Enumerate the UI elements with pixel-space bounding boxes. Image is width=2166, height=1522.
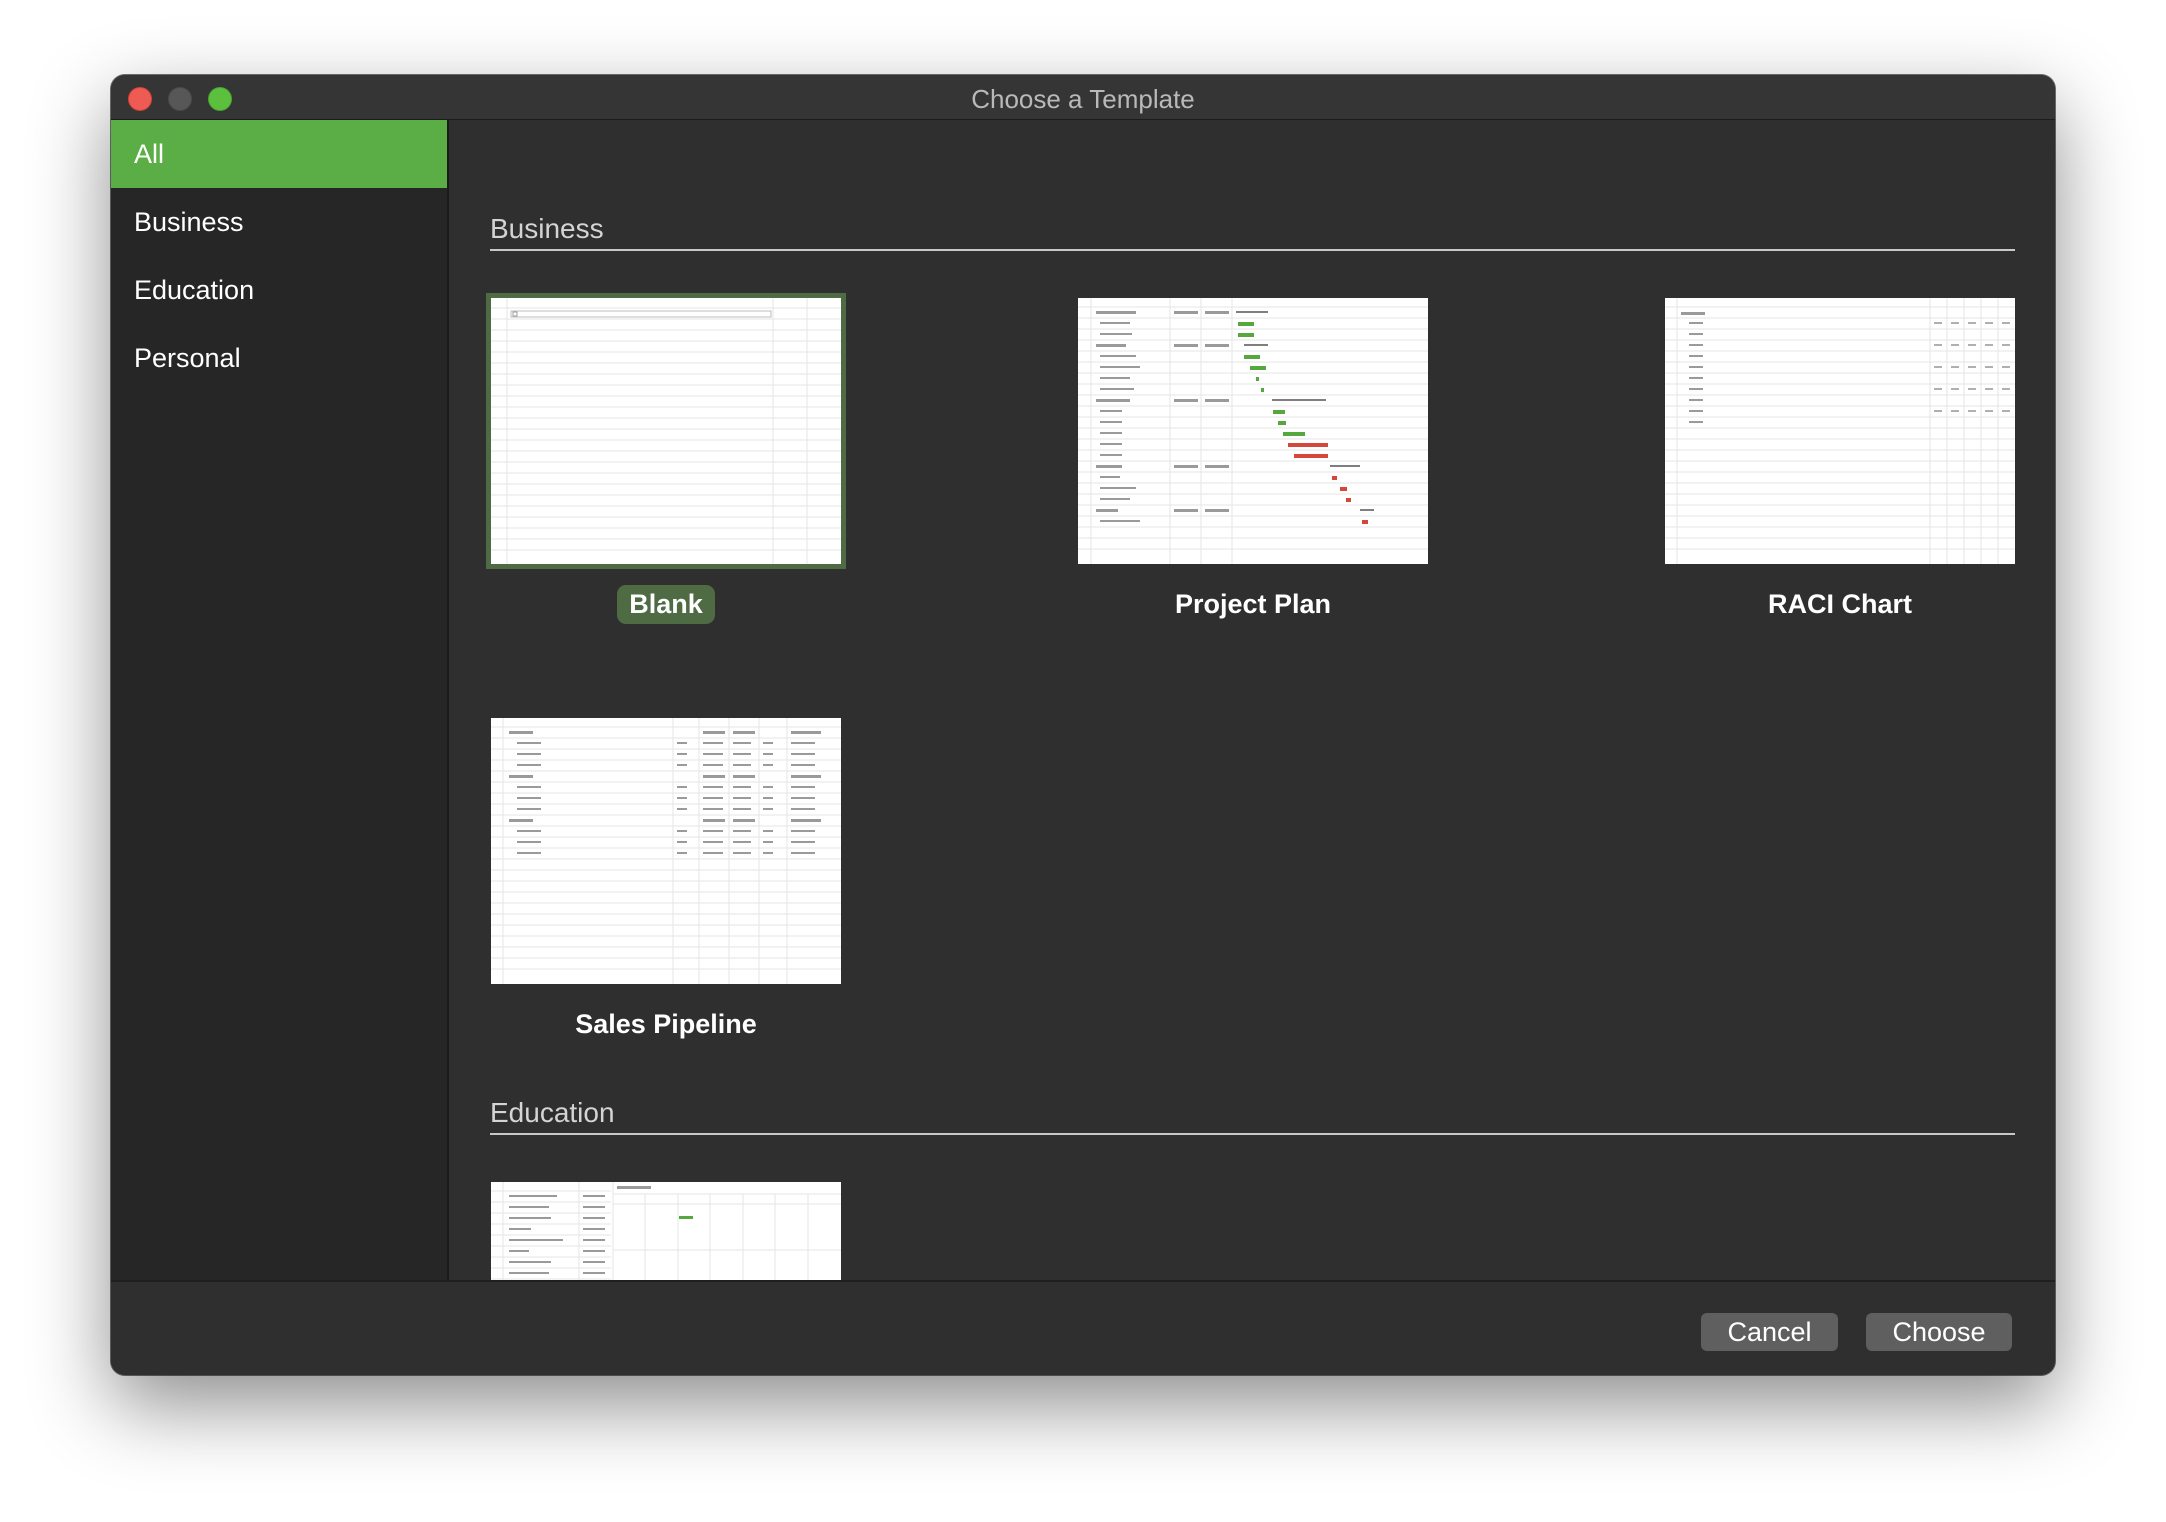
section-title-education: Education [490, 1097, 615, 1128]
sidebar-item-label: Business [134, 207, 244, 237]
title-bar: Choose a Template [111, 75, 2055, 120]
sidebar-item-personal[interactable]: Personal [111, 324, 447, 392]
sidebar-item-business[interactable]: Business [111, 188, 447, 256]
template-label-project-plan[interactable]: Project Plan [1078, 585, 1428, 624]
template-chooser-window: Choose a Template All Business Education… [111, 75, 2055, 1375]
template-thumbnail-blank[interactable] [486, 293, 846, 569]
choose-button[interactable]: Choose [1866, 1313, 2012, 1351]
window-title: Choose a Template [971, 84, 1195, 114]
sidebar-item-label: Personal [134, 343, 241, 373]
template-gallery: Business Blank Project Plan RACI Chart S… [451, 120, 2055, 1280]
section-divider [490, 1133, 2015, 1135]
template-label-raci-chart[interactable]: RACI Chart [1665, 585, 2015, 624]
section-title-business: Business [490, 213, 604, 244]
template-thumbnail-project-plan[interactable] [1078, 298, 1428, 564]
template-thumbnail-sales-pipeline[interactable] [491, 718, 841, 984]
template-label-sales-pipeline[interactable]: Sales Pipeline [491, 1005, 841, 1044]
sidebar-item-label: Education [134, 275, 255, 305]
sidebar-item-education[interactable]: Education [111, 256, 447, 324]
dialog-footer: Cancel Choose [111, 1280, 2055, 1375]
template-thumbnail-school-calendar[interactable] [491, 1182, 841, 1280]
sidebar-item-label: All [134, 139, 165, 169]
section-divider [490, 249, 2015, 251]
template-thumbnail-raci-chart[interactable] [1665, 298, 2015, 564]
category-sidebar: All Business Education Personal [111, 120, 449, 1280]
sidebar-item-all[interactable]: All [111, 120, 447, 188]
cancel-button[interactable]: Cancel [1701, 1313, 1838, 1351]
template-label-blank[interactable]: Blank [491, 585, 841, 624]
